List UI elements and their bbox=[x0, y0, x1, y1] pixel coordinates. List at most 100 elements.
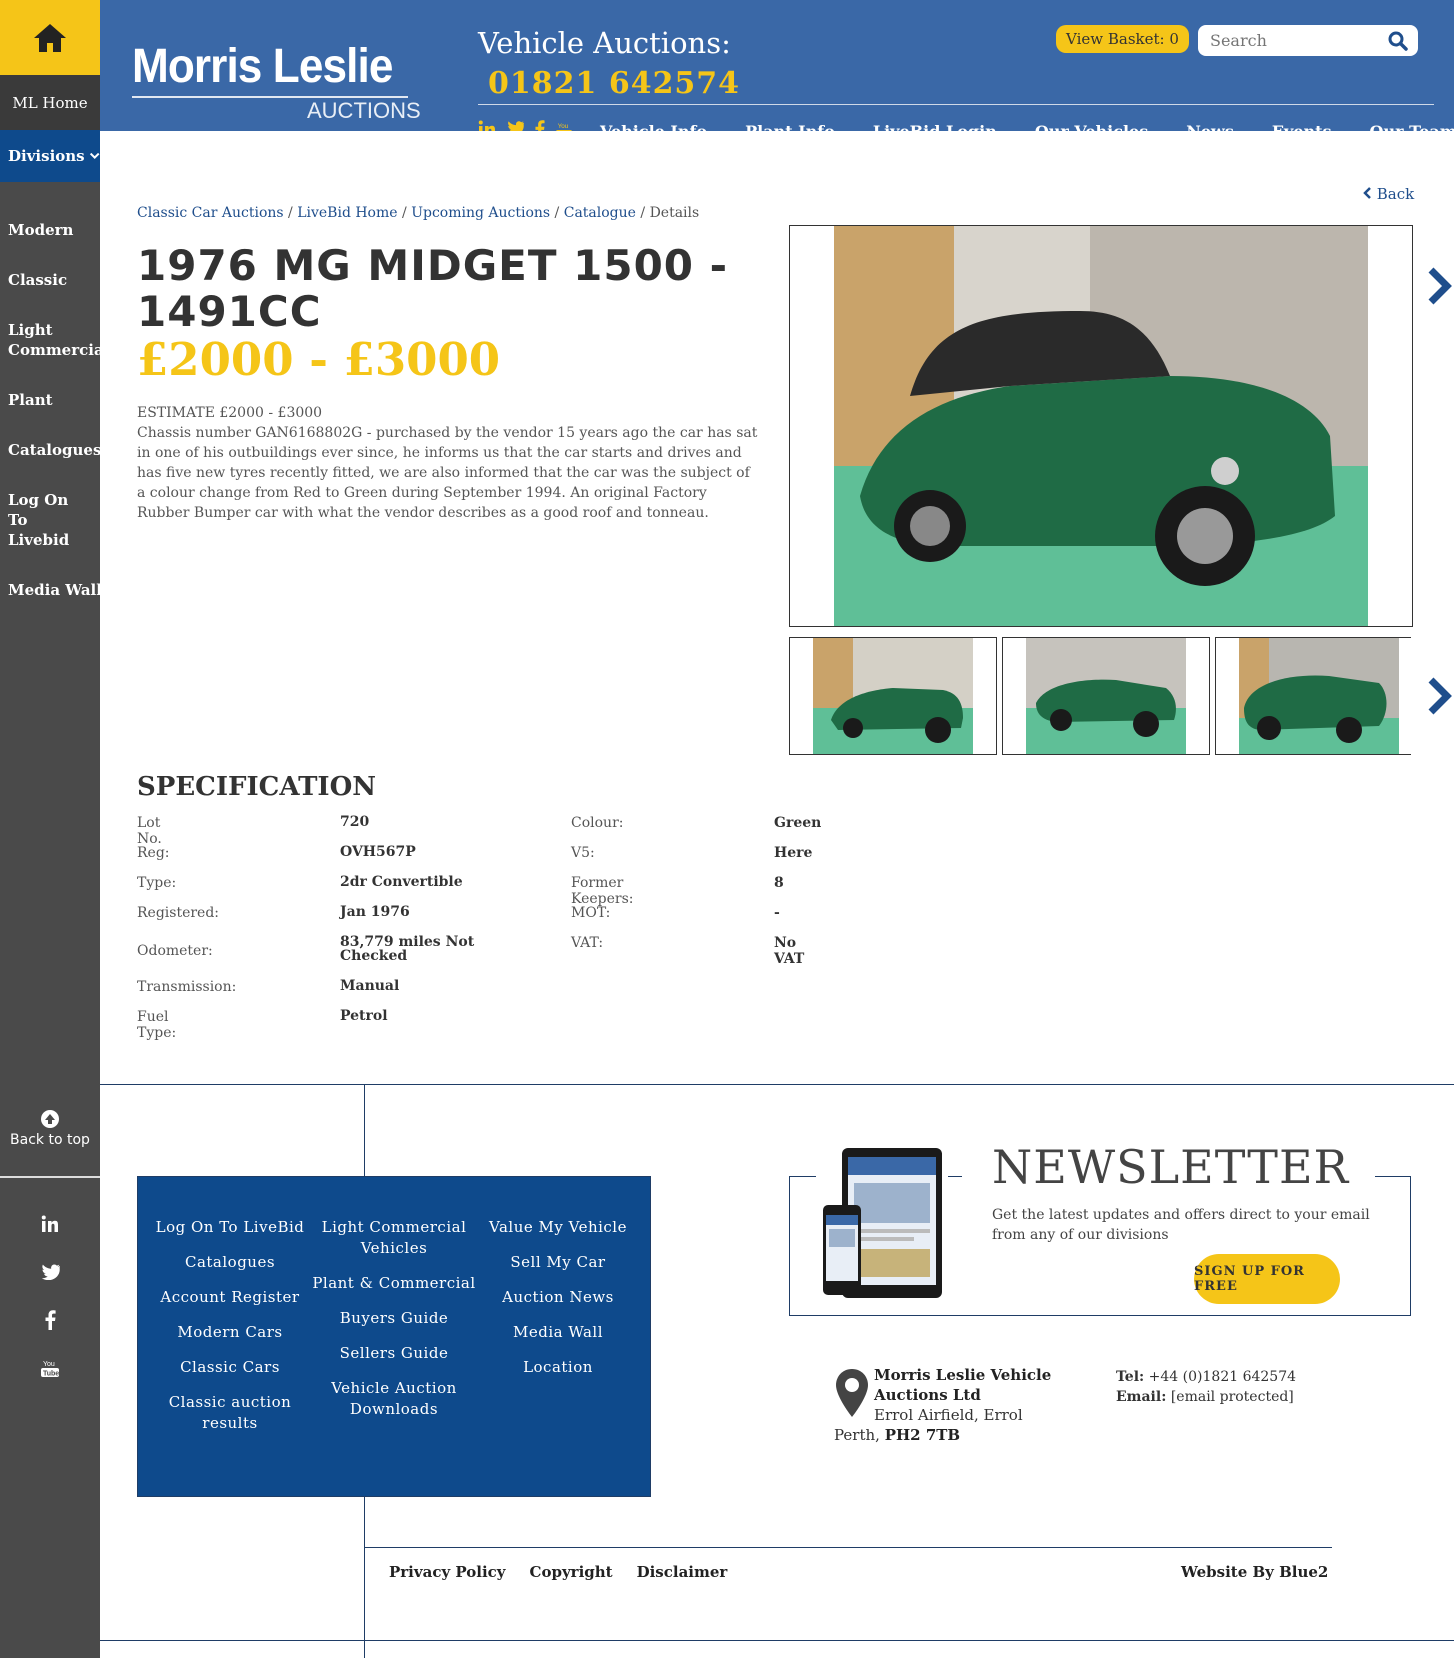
thumbnail-1[interactable] bbox=[789, 637, 997, 755]
main-image-next-arrow[interactable] bbox=[1425, 262, 1453, 318]
footer-col-1: Log On To LiveBid Catalogues Account Reg… bbox=[148, 1217, 312, 1496]
spec-value: Petrol bbox=[340, 1008, 388, 1024]
linkedin-icon[interactable] bbox=[478, 120, 496, 131]
chevron-left-icon bbox=[1363, 187, 1371, 199]
tel-value[interactable]: +44 (0)1821 642574 bbox=[1149, 1369, 1296, 1385]
footer-link[interactable]: Vehicle Auction Downloads bbox=[312, 1378, 476, 1420]
footer-link[interactable]: Auction News bbox=[476, 1287, 640, 1308]
facebook-icon[interactable] bbox=[534, 120, 545, 131]
thumbnail-3[interactable] bbox=[1215, 637, 1411, 755]
side-nav-light-commercial[interactable]: Light Commercial bbox=[0, 320, 126, 360]
address-city: Perth, bbox=[834, 1426, 880, 1444]
spec-value: 2dr Convertible bbox=[340, 874, 463, 890]
youtube-icon[interactable]: YouTube bbox=[555, 120, 573, 131]
nav-vehicle-info[interactable]: Vehicle Info bbox=[600, 122, 707, 131]
footer-link[interactable]: Modern Cars bbox=[148, 1322, 312, 1343]
thumbnail-2[interactable] bbox=[1002, 637, 1210, 755]
side-nav-modern[interactable]: Modern bbox=[0, 220, 100, 240]
footer-link[interactable]: Classic auction results bbox=[148, 1392, 312, 1434]
divisions-dropdown[interactable]: Divisions bbox=[0, 130, 100, 182]
logo-main-text: Morris Leslie bbox=[132, 40, 393, 93]
footer-link[interactable]: Account Register bbox=[148, 1287, 312, 1308]
ml-home-link[interactable]: ML Home bbox=[0, 75, 100, 130]
footer-link[interactable]: Sellers Guide bbox=[312, 1343, 476, 1364]
breadcrumb-catalogue[interactable]: Catalogue bbox=[564, 205, 636, 221]
email-value[interactable]: [email protected] bbox=[1171, 1389, 1294, 1405]
spec-label: Lot No. bbox=[137, 815, 162, 847]
side-nav-classic[interactable]: Classic bbox=[0, 270, 100, 290]
back-label: Back bbox=[1376, 185, 1415, 203]
footer-links: Log On To LiveBid Catalogues Account Reg… bbox=[137, 1176, 651, 1497]
side-nav-media-wall[interactable]: Media Wall bbox=[0, 580, 100, 600]
spec-label: VAT: bbox=[571, 935, 604, 951]
nav-news[interactable]: News bbox=[1186, 122, 1234, 131]
search-input[interactable] bbox=[1208, 30, 1382, 51]
sidebar-divider bbox=[0, 1176, 100, 1178]
spec-label: Type: bbox=[137, 875, 177, 891]
website-credit-link[interactable]: Website By Blue2 bbox=[1181, 1563, 1328, 1581]
back-link[interactable]: Back bbox=[1363, 185, 1414, 203]
footer-link[interactable]: Plant & Commercial bbox=[312, 1273, 476, 1294]
spec-label: MOT: bbox=[571, 905, 611, 921]
twitter-icon[interactable] bbox=[0, 1248, 100, 1296]
youtube-icon[interactable]: YouTube bbox=[0, 1344, 100, 1392]
breadcrumb-upcoming-auctions[interactable]: Upcoming Auctions bbox=[411, 205, 550, 221]
footer-top-rule bbox=[100, 1084, 1454, 1085]
footer-link[interactable]: Buyers Guide bbox=[312, 1308, 476, 1329]
legal-links: Privacy Policy Copyright Disclaimer bbox=[389, 1563, 727, 1581]
breadcrumb-current: Details bbox=[649, 205, 700, 221]
address-line: Errol Airfield, Errol bbox=[874, 1406, 1023, 1424]
breadcrumb-livebid-home[interactable]: LiveBid Home bbox=[297, 205, 397, 221]
linkedin-icon[interactable] bbox=[0, 1200, 100, 1248]
newsletter-border bbox=[789, 1176, 816, 1177]
spec-label: Odometer: bbox=[137, 943, 213, 959]
company-name: Morris Leslie Vehicle Auctions Ltd bbox=[874, 1366, 1052, 1404]
footer-link[interactable]: Light Commercial Vehicles bbox=[312, 1217, 476, 1259]
nav-events[interactable]: Events bbox=[1272, 122, 1332, 131]
nav-plant-info[interactable]: Plant Info bbox=[745, 122, 835, 131]
main-vehicle-image[interactable] bbox=[789, 225, 1413, 627]
header-title: Vehicle Auctions: bbox=[478, 26, 731, 60]
side-nav-catalogues[interactable]: Catalogues bbox=[0, 440, 100, 460]
back-to-top-button[interactable]: Back to top bbox=[0, 1110, 100, 1148]
newsletter-title: NEWSLETTER bbox=[992, 1140, 1350, 1194]
breadcrumb-classic-car-auctions[interactable]: Classic Car Auctions bbox=[137, 205, 284, 221]
home-button[interactable] bbox=[0, 0, 100, 75]
footer-link[interactable]: Value My Vehicle bbox=[476, 1217, 640, 1238]
thumbnails-next-arrow[interactable] bbox=[1425, 672, 1453, 728]
newsletter-border bbox=[1375, 1176, 1411, 1177]
spec-value: 83,779 miles Not Checked bbox=[340, 934, 475, 964]
footer-link[interactable]: Classic Cars bbox=[148, 1357, 312, 1378]
svg-text:You: You bbox=[43, 1361, 55, 1368]
chevron-right-icon bbox=[1428, 267, 1452, 305]
search-icon[interactable] bbox=[1388, 31, 1408, 51]
side-nav: Modern Classic Light Commercial Plant Ca… bbox=[0, 220, 109, 630]
side-nav-plant[interactable]: Plant bbox=[0, 390, 100, 410]
footer-link[interactable]: Catalogues bbox=[148, 1252, 312, 1273]
nav-our-team[interactable]: Our Team bbox=[1370, 122, 1454, 131]
privacy-policy-link[interactable]: Privacy Policy bbox=[389, 1563, 506, 1581]
car-thumbnail bbox=[1026, 638, 1186, 754]
car-thumbnail bbox=[1239, 638, 1399, 754]
nav-livebid-login[interactable]: LiveBid Login bbox=[873, 122, 997, 131]
newsletter-signup-button[interactable]: SIGN UP FOR FREE bbox=[1194, 1254, 1340, 1304]
sidebar-social: You Tube bbox=[0, 1200, 100, 1392]
copyright-link[interactable]: Copyright bbox=[530, 1563, 613, 1581]
car-thumbnail bbox=[813, 638, 973, 754]
footer-link[interactable]: Location bbox=[476, 1357, 640, 1378]
header-phone[interactable]: 01821 642574 bbox=[488, 66, 740, 101]
devices-illustration bbox=[820, 1145, 950, 1309]
morris-leslie-logo[interactable]: Morris Leslie AUCTIONS bbox=[132, 40, 421, 123]
spec-label: V5: bbox=[571, 845, 595, 861]
twitter-icon[interactable] bbox=[506, 120, 524, 131]
nav-our-vehicles[interactable]: Our Vehicles bbox=[1035, 122, 1148, 131]
footer-link[interactable]: Log On To LiveBid bbox=[148, 1217, 312, 1238]
side-nav-livebid[interactable]: Log On To Livebid bbox=[0, 490, 100, 550]
view-basket-button[interactable]: View Basket: 0 bbox=[1056, 25, 1189, 53]
footer-link[interactable]: Sell My Car bbox=[476, 1252, 640, 1273]
spec-label: Former Keepers: bbox=[571, 875, 634, 907]
facebook-icon[interactable] bbox=[0, 1296, 100, 1344]
footer-link[interactable]: Media Wall bbox=[476, 1322, 640, 1343]
spec-value: OVH567P bbox=[340, 844, 416, 860]
disclaimer-link[interactable]: Disclaimer bbox=[637, 1563, 728, 1581]
